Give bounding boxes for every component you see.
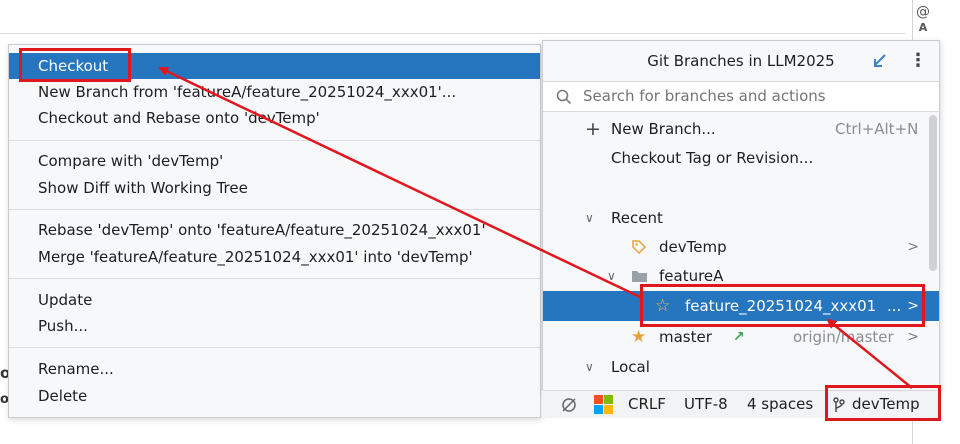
arrow-status-to-feature [826,318,913,389]
annotation-arrows [158,66,913,389]
arrow-feature-to-checkout [158,66,643,300]
